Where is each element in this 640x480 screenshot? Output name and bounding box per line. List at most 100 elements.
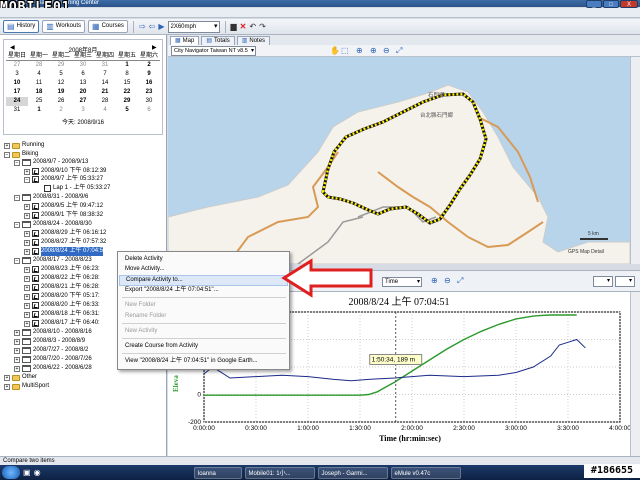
menu-item-rename-folder[interactable]: Rename Folder (125, 312, 166, 321)
collapse-icon[interactable]: − (14, 221, 20, 228)
tree-week[interactable]: −2008/8/31 - 2008/9/6 (14, 193, 88, 202)
expand-icon[interactable]: + (24, 248, 30, 255)
calendar-day[interactable]: 4 (94, 106, 116, 115)
taskbar-item[interactable]: eMule v0.47c (390, 466, 461, 479)
calendar-day[interactable]: 27 (6, 61, 28, 70)
quick-launch-icon[interactable]: ▣ (23, 468, 31, 477)
calendar-day[interactable]: 23 (138, 88, 160, 97)
calendar-day[interactable]: 3 (6, 70, 28, 79)
calendar-day[interactable]: 4 (28, 70, 50, 79)
calendar-day[interactable]: 2 (50, 106, 72, 115)
menu-item-new-activity[interactable]: New Activity (125, 327, 157, 336)
zoom-out-icon[interactable]: ⊖ (444, 276, 451, 286)
calendar-day[interactable]: 1 (28, 106, 50, 115)
menu-item-create-course[interactable]: Create Course from Activity (125, 342, 198, 351)
calendar-day[interactable]: 9 (138, 70, 160, 79)
zoom-in-icon[interactable]: ⊕ (431, 276, 438, 286)
collapse-icon[interactable]: − (14, 194, 20, 201)
expand-icon[interactable]: + (4, 383, 10, 390)
calendar-day[interactable]: 19 (50, 88, 72, 97)
tree-activity[interactable]: +2008/8/18 上午 06:31: (24, 310, 100, 319)
expand-icon[interactable]: + (14, 338, 20, 345)
tree-lap[interactable]: Lap 1 - 上午 05:33:27 (44, 184, 110, 193)
delete-icon[interactable]: ✕ (240, 21, 247, 32)
tree-activity[interactable]: +2008/8/23 上午 06:23: (24, 265, 100, 274)
tree-activity[interactable]: +2008/8/27 上午 07:57:32 (24, 238, 106, 247)
receive-from-device-icon[interactable]: ⇦ (149, 21, 156, 32)
expand-icon[interactable]: + (24, 230, 30, 237)
calendar-day[interactable]: 12 (50, 79, 72, 88)
maximize-button[interactable]: □ (603, 0, 619, 8)
playback-speed-select[interactable]: 2X60mph (167, 20, 220, 33)
calendar-day[interactable]: 29 (50, 61, 72, 70)
workouts-button[interactable]: ▥ Workouts (42, 20, 86, 33)
map-scrollbar[interactable] (630, 57, 640, 264)
taskbar-item[interactable]: Joseph - Garmi... (317, 466, 388, 479)
calendar-day[interactable]: 13 (72, 79, 94, 88)
calendar-day[interactable]: 26 (50, 97, 72, 106)
play-icon[interactable]: ▶ (158, 21, 164, 32)
calendar-day[interactable]: 17 (6, 88, 28, 97)
tree-activity-selected[interactable]: +2008/8/24 上午 07:04:5 (24, 247, 104, 256)
map-source-select[interactable]: City Navigator Taiwan NT v8.5 (171, 46, 256, 56)
calendar-day[interactable]: 8 (116, 70, 138, 79)
calendar-day[interactable]: 18 (28, 88, 50, 97)
calendar-day[interactable]: 27 (72, 97, 94, 106)
expand-icon[interactable]: + (24, 275, 30, 282)
tree-folder-other[interactable]: + Other (4, 373, 37, 382)
tree-activity[interactable]: +2008/9/5 上午 09:47:12 (24, 202, 103, 211)
collapse-icon[interactable]: − (14, 159, 20, 166)
hand-pan-icon[interactable]: ✋ (330, 46, 340, 56)
calendar-day[interactable]: 5 (116, 106, 138, 115)
tree-week[interactable]: +2008/8/10 - 2008/8/16 (14, 328, 92, 337)
expand-icon[interactable]: + (4, 142, 10, 149)
tree-week[interactable]: −2008/9/7 - 2008/9/13 (14, 158, 88, 167)
calendar-day[interactable]: 25 (28, 97, 50, 106)
tree-activity[interactable]: +2008/8/17 上午 06:40: (24, 319, 100, 328)
map-view[interactable]: 石門鄉 台北縣石門鄉 5 km GPS Map Detail (168, 57, 630, 264)
tab-map[interactable]: ▦ Map (170, 36, 200, 45)
menu-item-move-activity[interactable]: Move Activity... (125, 265, 165, 274)
calendar-day-selected[interactable]: 24 (6, 97, 28, 106)
expand-icon[interactable]: + (24, 266, 30, 273)
tree-week[interactable]: +2008/7/20 - 2008/7/26 (14, 355, 92, 364)
menu-item-google-earth[interactable]: View "2008/8/24 上午 07:04:51" in Google E… (125, 357, 258, 366)
zoom-in-icon[interactable]: ⊕ (370, 46, 377, 56)
calendar-day[interactable]: 31 (6, 106, 28, 115)
calendar-day[interactable]: 5 (50, 70, 72, 79)
tree-activity[interactable]: +2008/8/20 下午 05:17: (24, 292, 100, 301)
calendar-day[interactable]: 14 (94, 79, 116, 88)
taskbar-item[interactable]: Ioanna (193, 466, 242, 479)
calendar-day[interactable]: 20 (72, 88, 94, 97)
calendar-day[interactable]: 28 (94, 97, 116, 106)
calendar-day[interactable]: 28 (28, 61, 50, 70)
tree-activity[interactable]: +2008/8/29 上午 06:16:12 (24, 229, 106, 238)
chart-display-dropdown[interactable]: ▾ (615, 276, 635, 287)
expand-icon[interactable]: + (14, 329, 20, 336)
collapse-icon[interactable]: − (24, 176, 30, 183)
calendar-day[interactable]: 7 (94, 70, 116, 79)
expand-icon[interactable]: + (24, 168, 30, 175)
calendar-day[interactable]: 31 (94, 61, 116, 70)
zoom-out-icon[interactable]: ⊖ (383, 46, 390, 56)
expand-icon[interactable]: + (24, 320, 30, 327)
menu-item-compare-activity[interactable]: Compare Activity to... (119, 275, 288, 286)
courses-button[interactable]: ▦ Courses (88, 20, 128, 33)
select-tool-icon[interactable]: ⬚ (341, 46, 349, 56)
calendar-next-button[interactable]: ▶ (152, 44, 157, 51)
tab-notes[interactable]: ▥ Notes (236, 36, 271, 45)
undo-icon[interactable]: ↶ (249, 21, 256, 32)
redo-icon[interactable]: ↷ (259, 21, 266, 32)
expand-icon[interactable]: + (14, 347, 20, 354)
tree-folder-running[interactable]: + Running (4, 141, 44, 150)
calendar-day[interactable]: 1 (116, 61, 138, 70)
calendar-day[interactable]: 6 (72, 70, 94, 79)
tree-week[interactable]: +2008/8/3 - 2008/8/9 (14, 337, 85, 346)
tree-week[interactable]: +2008/6/22 - 2008/6/28 (14, 364, 92, 373)
expand-icon[interactable]: + (24, 212, 30, 219)
expand-icon[interactable]: + (24, 284, 30, 291)
menu-item-export[interactable]: Export "2008/8/24 上午 07:04:51"... (125, 286, 219, 295)
collapse-icon[interactable]: − (14, 257, 20, 264)
calendar-day[interactable]: 6 (138, 106, 160, 115)
expand-icon[interactable]: + (24, 293, 30, 300)
